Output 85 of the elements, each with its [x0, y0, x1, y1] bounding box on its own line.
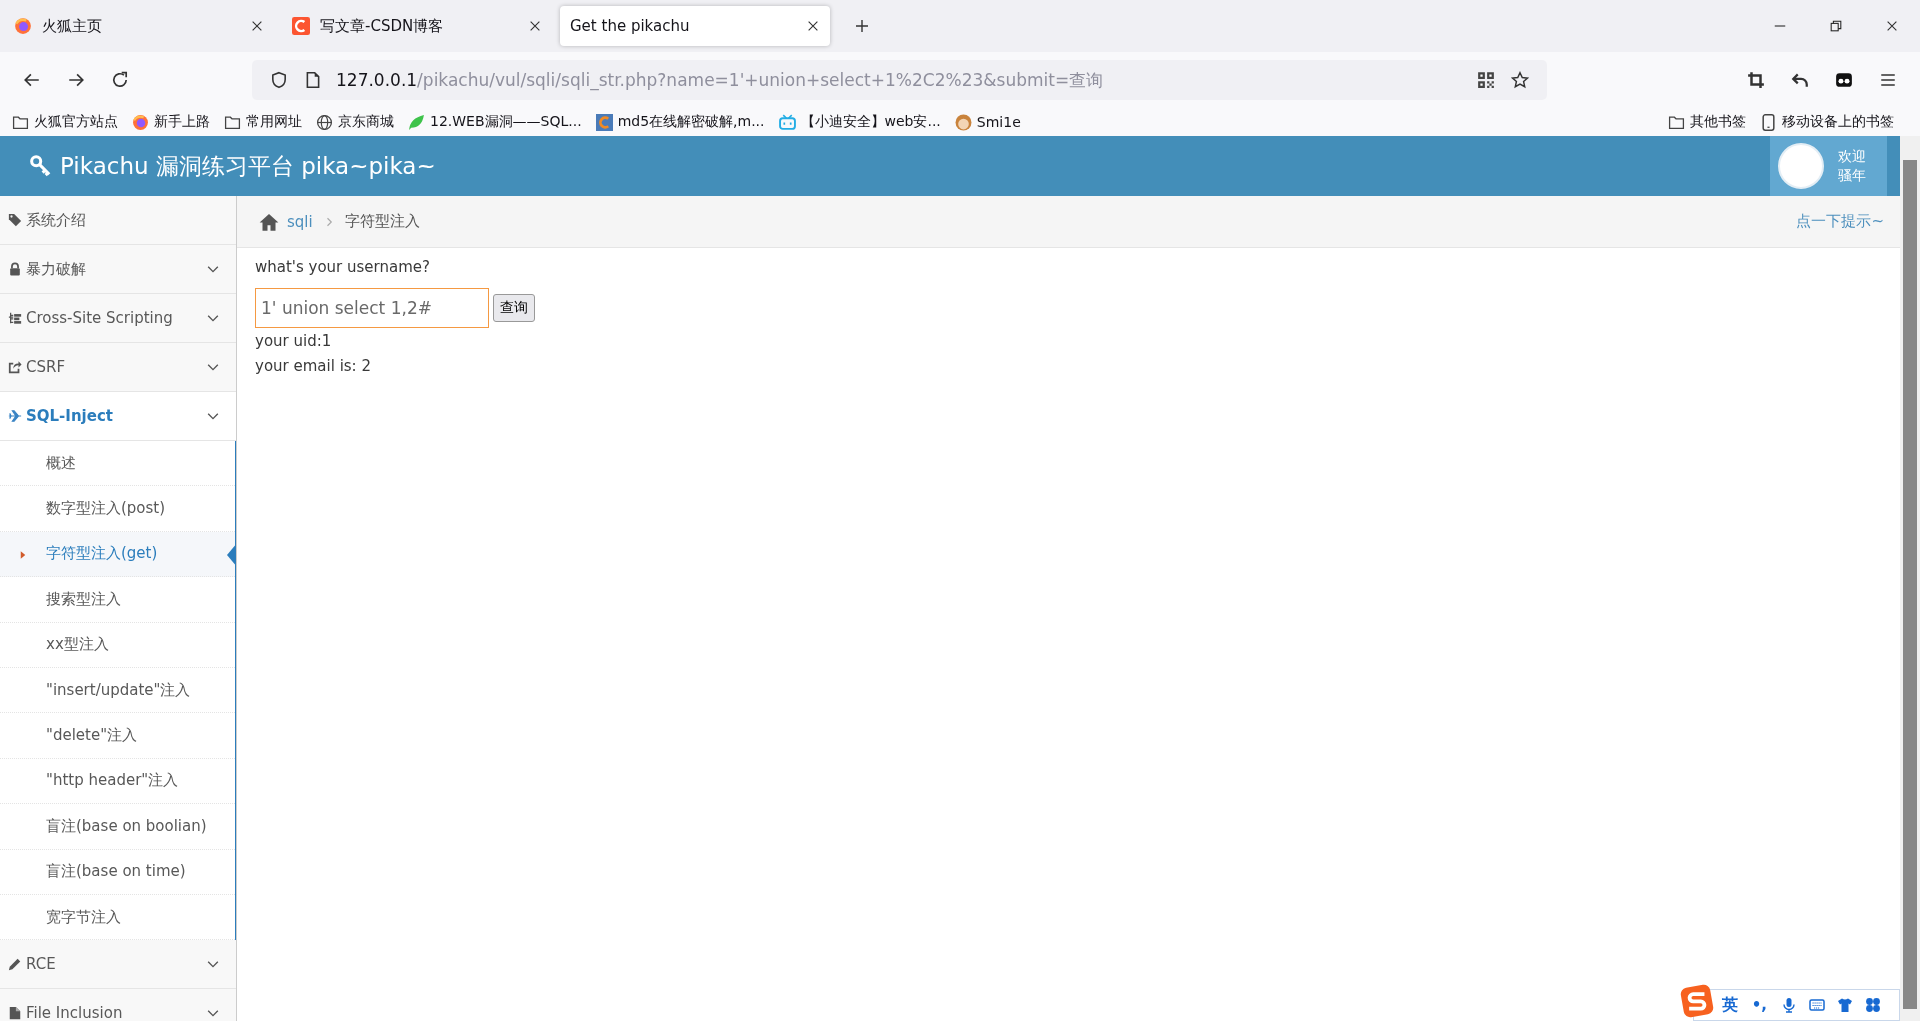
restore-icon	[1829, 19, 1843, 33]
s-logo-icon[interactable]	[1679, 984, 1714, 1018]
reload-icon	[111, 71, 129, 89]
submenu-item[interactable]: "http header"注入	[0, 758, 235, 805]
punctuation-toggle[interactable]: •,	[1751, 996, 1767, 1014]
page-icon[interactable]	[304, 71, 322, 89]
username-field[interactable]: 1' union select 1,2#	[255, 288, 489, 328]
submenu-item[interactable]: 数字型注入(post)	[0, 486, 235, 532]
address-bar[interactable]: 127.0.0.1/pikachu/vul/sqli/sqli_str.php?name=1'+union+select+1%2C2%23&submit=查询	[252, 60, 1547, 100]
greeting-text: 欢迎	[1838, 147, 1866, 166]
submenu-item[interactable]: 盲注(base on boolian)	[0, 804, 235, 850]
globe-icon[interactable]	[316, 113, 333, 131]
bookmark-link[interactable]: 12.WEB漏洞——SQL...	[430, 113, 582, 131]
bookmark-folder[interactable]: 移动设备上的书签	[1782, 113, 1894, 131]
site-title[interactable]: Pikachu 漏洞练习平台 pika~pika~	[60, 150, 436, 182]
submenu-item[interactable]: 字符型注入(get)	[0, 531, 235, 578]
scrollbar[interactable]	[1900, 136, 1920, 1021]
shirt-icon[interactable]	[1837, 997, 1853, 1013]
mask-icon	[1835, 71, 1853, 89]
back-arrow-icon	[23, 71, 41, 89]
avatar-icon[interactable]	[954, 113, 972, 131]
sidebar-item[interactable]: 系统介绍	[0, 196, 236, 245]
microphone-icon[interactable]	[1781, 997, 1797, 1013]
submenu-item[interactable]: "delete"注入	[0, 713, 235, 759]
list-icon	[8, 311, 22, 325]
key-icon	[30, 155, 52, 177]
sidebar-item[interactable]: 暴力破解	[0, 245, 236, 294]
submenu-item[interactable]: 搜索型注入	[0, 577, 235, 623]
plus-icon	[854, 18, 870, 34]
bookmark-link[interactable]: 京东商城	[338, 113, 394, 131]
share-icon	[8, 360, 22, 374]
result-text: your uid:1	[255, 331, 333, 352]
bookmark-link[interactable]: Smi1e	[976, 114, 1021, 130]
sidebar-item[interactable]: CSRF	[0, 343, 236, 392]
scrollbar-thumb[interactable]	[1903, 160, 1917, 1009]
undo-arrow-icon	[1791, 71, 1809, 89]
url-text[interactable]: 127.0.0.1/pikachu/vul/sqli/sqli_str.php?name=1'+union+select+1%2C2%23&submit=查询	[336, 68, 1104, 92]
qr-code-icon[interactable]	[1477, 71, 1495, 89]
shield-icon[interactable]	[270, 71, 288, 89]
bookmark-link[interactable]: 【小迪安全】web安...	[800, 113, 941, 131]
greeting-text: 骚年	[1838, 166, 1866, 185]
submenu-item[interactable]: "insert/update"注入	[0, 667, 235, 714]
close-icon	[1885, 19, 1899, 33]
four-dots-icon[interactable]	[1865, 997, 1881, 1013]
bookmark-link[interactable]: 常用网址	[246, 113, 302, 131]
pencil-icon	[8, 957, 22, 972]
close-tab-icon[interactable]	[528, 19, 542, 33]
caret-icon	[20, 549, 26, 560]
c-logo-icon[interactable]	[595, 113, 613, 131]
phone-icon[interactable]	[1760, 113, 1777, 131]
browser-tab[interactable]: 火狐主页	[4, 6, 274, 46]
browser-tab[interactable]: Get the pikachu	[560, 6, 830, 46]
sidebar-item[interactable]: SQL-Inject	[0, 392, 236, 441]
bookmark-folder[interactable]: 其他书签	[1690, 113, 1746, 131]
fox-logo-icon	[14, 17, 32, 35]
sidebar-item[interactable]: RCE	[0, 940, 236, 990]
plane-icon	[8, 409, 22, 423]
submenu-item[interactable]: xx型注入	[0, 622, 235, 668]
avatar-icon	[1778, 143, 1824, 189]
keyboard-icon[interactable]	[1809, 997, 1825, 1013]
submenu-item[interactable]: 盲注(base on time)	[0, 849, 235, 895]
breadcrumb-current: 字符型注入	[344, 212, 420, 231]
menu-icon	[1879, 71, 1897, 89]
bookmark-link[interactable]: md5在线解密破解,m...	[617, 113, 765, 131]
bookmark-link[interactable]: 新手上路	[154, 113, 210, 131]
fox-logo-icon[interactable]	[132, 113, 149, 131]
close-tab-icon[interactable]	[250, 19, 264, 33]
bookmark-link[interactable]: 火狐官方站点	[34, 113, 118, 131]
submenu-item[interactable]: 概述	[0, 441, 235, 487]
file-icon	[8, 1006, 22, 1021]
close-tab-icon[interactable]	[806, 19, 820, 33]
tag-icon	[8, 213, 22, 227]
forward-arrow-icon	[67, 71, 85, 89]
sidebar-item[interactable]: File Inclusion	[0, 989, 236, 1021]
input-mode-toggle[interactable]: 英	[1721, 994, 1738, 1016]
browser-tab[interactable]: 写文章-CSDN博客	[282, 6, 552, 46]
home-icon[interactable]	[259, 211, 279, 232]
lock-icon	[8, 262, 22, 276]
result-text: your email is: 2	[255, 356, 372, 377]
sidebar-item[interactable]: Cross-Site Scripting	[0, 294, 236, 343]
question-text: what's your username?	[255, 258, 431, 276]
query-button[interactable]: 查询	[493, 294, 535, 322]
c-logo-icon	[292, 17, 310, 35]
crop-icon	[1747, 71, 1765, 89]
bookmark-star-icon[interactable]	[1511, 71, 1529, 89]
